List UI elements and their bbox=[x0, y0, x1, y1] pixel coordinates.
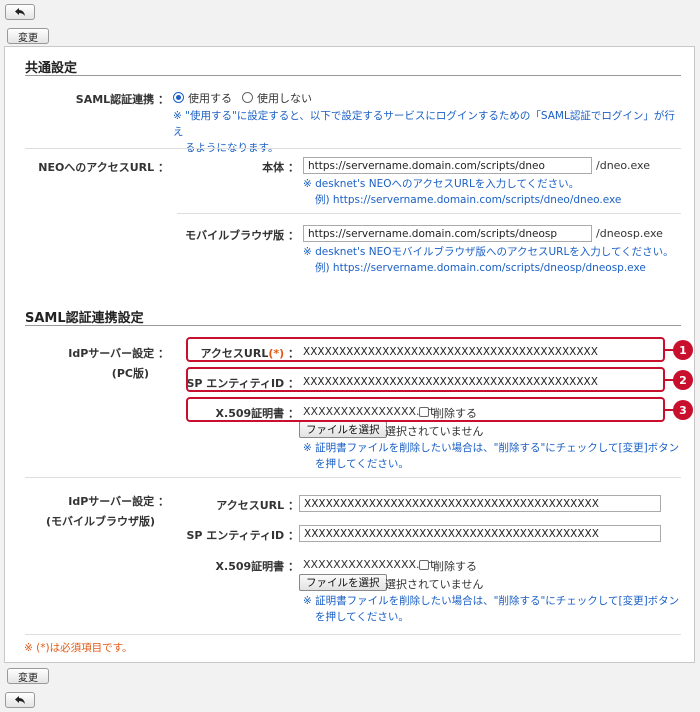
radio-use[interactable] bbox=[173, 92, 184, 103]
pc-no-file-text: 選択されていません bbox=[385, 425, 484, 438]
mobile-cert-note-line1: ※ 証明書ファイルを削除したい場合は、"削除する"にチェックして[変更]ボタン bbox=[303, 595, 680, 607]
section-divider bbox=[25, 325, 681, 326]
pc-group-label: IdPサーバー設定 ： (PC版) bbox=[25, 344, 169, 384]
main-url-input[interactable]: https://servername.domain.com/scripts/dn… bbox=[303, 157, 592, 174]
saml-note-line1: ※ "使用する"に設定すると、以下で設定するサービスにログインするための「SAM… bbox=[173, 110, 675, 138]
mobile-x509-label: X.509証明書 ： bbox=[215, 560, 299, 573]
mobile-url-suffix: /dneosp.exe bbox=[596, 227, 663, 240]
callout-box-1 bbox=[186, 337, 665, 362]
callout-badge-1: 1 bbox=[673, 340, 693, 360]
pc-cert-note-line1: ※ 証明書ファイルを削除したい場合は、"削除する"にチェックして[変更]ボタン bbox=[303, 442, 680, 454]
mobile-sp-entity-label: SP エンティティID ： bbox=[186, 529, 299, 542]
callout-badge-3: 3 bbox=[673, 400, 693, 420]
callout-box-3 bbox=[186, 397, 665, 422]
mobile-url-note: ※ desknet's NEOモバイルブラウザ版へのアクセスURLを入力してくだ… bbox=[303, 244, 683, 276]
pc-cert-note-line2: を押してください。 bbox=[315, 458, 409, 470]
main-url-example: 例) https://servername.domain.com/scripts… bbox=[315, 194, 622, 206]
common-section-title: 共通設定 bbox=[25, 61, 78, 76]
row-divider bbox=[25, 634, 681, 635]
pc-group-label-line1: IdPサーバー設定 ： bbox=[68, 347, 169, 360]
mobile-cert-note: ※ 証明書ファイルを削除したい場合は、"削除する"にチェックして[変更]ボタン … bbox=[303, 593, 683, 625]
mobile-cert-filename: XXXXXXXXXXXXXXX.crt bbox=[303, 558, 435, 571]
neo-url-label: NEOへのアクセスURL ： bbox=[38, 161, 169, 174]
radio-not-use-label: 使用しない bbox=[257, 92, 312, 105]
main-url-note-line: ※ desknet's NEOへのアクセスURLを入力してください。 bbox=[303, 178, 580, 190]
back-button[interactable] bbox=[5, 4, 35, 20]
callout-badge-2: 2 bbox=[673, 370, 693, 390]
undo-arrow-icon bbox=[15, 696, 25, 704]
main-url-suffix: /dneo.exe bbox=[596, 159, 650, 172]
required-footnote: ※ (*)は必須項目です。 bbox=[24, 642, 133, 654]
main-url-note: ※ desknet's NEOへのアクセスURLを入力してください。 例) ht… bbox=[303, 176, 683, 208]
mobile-url-example: 例) https://servername.domain.com/scripts… bbox=[315, 262, 646, 274]
row-divider bbox=[25, 477, 681, 478]
change-button-top[interactable]: 変更 bbox=[7, 28, 49, 44]
mobile-access-url-label: アクセスURL ： bbox=[216, 499, 299, 512]
radio-not-use[interactable] bbox=[242, 92, 253, 103]
pc-cert-note: ※ 証明書ファイルを削除したい場合は、"削除する"にチェックして[変更]ボタン … bbox=[303, 440, 683, 472]
mobile-sp-entity-input[interactable]: XXXXXXXXXXXXXXXXXXXXXXXXXXXXXXXXXXXXXXXX… bbox=[299, 525, 661, 542]
settings-panel: 共通設定 SAML認証連携 ： 使用する 使用しない ※ "使用する"に設定する… bbox=[4, 46, 695, 663]
mobile-delete-checkbox[interactable] bbox=[419, 560, 429, 570]
undo-arrow-icon bbox=[15, 8, 25, 16]
saml-section-title: SAML認証連携設定 bbox=[25, 311, 144, 326]
saml-link-label: SAML認証連携 ： bbox=[75, 93, 169, 106]
mobile-url-label: モバイルブラウザ版 ： bbox=[185, 229, 299, 242]
mobile-access-url-input[interactable]: XXXXXXXXXXXXXXXXXXXXXXXXXXXXXXXXXXXXXXXX… bbox=[299, 495, 661, 512]
row-divider bbox=[25, 148, 681, 149]
pc-file-select-button[interactable]: ファイルを選択 bbox=[299, 421, 387, 438]
mobile-group-label: IdPサーバー設定 ： (モバイルブラウザ版) bbox=[25, 492, 169, 532]
back-button-bottom[interactable] bbox=[5, 692, 35, 708]
radio-use-label: 使用する bbox=[188, 92, 232, 105]
mobile-group-label-line1: IdPサーバー設定 ： bbox=[68, 495, 169, 508]
mobile-group-label-line2: (モバイルブラウザ版) bbox=[45, 515, 155, 528]
main-url-label: 本体 ： bbox=[262, 161, 299, 174]
callout-box-2 bbox=[186, 367, 665, 392]
mobile-url-note-line: ※ desknet's NEOモバイルブラウザ版へのアクセスURLを入力してくだ… bbox=[303, 246, 674, 258]
change-button-bottom[interactable]: 変更 bbox=[7, 668, 49, 684]
mobile-url-input[interactable]: https://servername.domain.com/scripts/dn… bbox=[303, 225, 592, 242]
sub-divider bbox=[177, 213, 681, 214]
pc-group-label-line2: (PC版) bbox=[111, 367, 149, 380]
section-divider bbox=[25, 75, 681, 76]
mobile-delete-label: 削除する bbox=[433, 560, 477, 573]
mobile-cert-note-line2: を押してください。 bbox=[315, 611, 409, 623]
mobile-file-select-button[interactable]: ファイルを選択 bbox=[299, 574, 387, 591]
mobile-no-file-text: 選択されていません bbox=[385, 578, 484, 591]
